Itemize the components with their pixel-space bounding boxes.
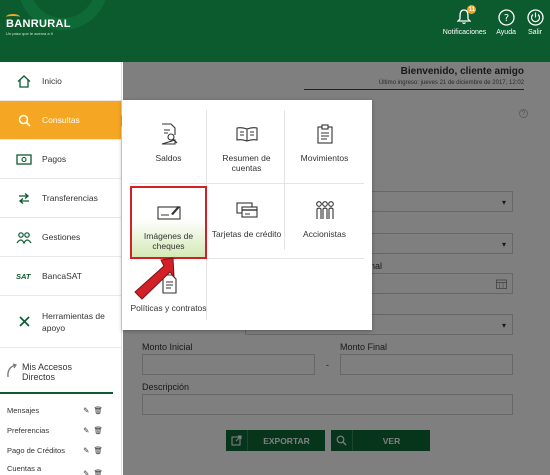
money-icon (16, 152, 32, 166)
shareholders-icon (313, 198, 337, 222)
sidebar-item-pagos[interactable]: Pagos (0, 140, 121, 179)
transfer-icon (16, 191, 32, 205)
quick-access-item[interactable]: Pago de Créditos ✎ 🗑 (7, 440, 121, 460)
svg-text:SAT: SAT (16, 272, 32, 281)
header-actions: 11 Notificaciones ? Ayuda Salir (442, 5, 544, 36)
quick-access-item[interactable]: Preferencias ✎ 🗑 (7, 420, 121, 440)
pencil-icon[interactable]: ✎ (83, 426, 89, 435)
people-icon (16, 230, 32, 244)
search-icon (16, 113, 32, 127)
sidebar-item-label: Gestiones (42, 232, 81, 242)
sidebar-item-label: Transferencias (42, 193, 98, 203)
svg-text:?: ? (503, 13, 508, 24)
menu-item-resumen-cuentas[interactable]: Resumen de cuentas (208, 110, 285, 183)
menu-item-saldos[interactable]: Saldos (130, 110, 207, 183)
sidebar-item-herramientas[interactable]: Herramientas de apoyo (0, 296, 121, 348)
check-image-icon (156, 200, 181, 224)
sidebar-item-label: Herramientas de apoyo (42, 310, 105, 333)
help-label: Ayuda (496, 29, 516, 36)
book-icon (235, 122, 259, 146)
logout-button[interactable]: Salir (526, 8, 544, 36)
menu-item-label: Resumen de cuentas (222, 153, 271, 173)
home-icon (16, 74, 32, 88)
trash-icon[interactable]: 🗑 (93, 426, 103, 435)
sidebar-item-label: BancaSAT (42, 271, 83, 281)
logout-label: Salir (527, 29, 542, 36)
quick-access-label: Pago de Créditos (7, 445, 65, 455)
sidebar: Inicio Consultas Pagos Transferencias Ge… (0, 62, 127, 475)
help-icon: ? (497, 8, 515, 26)
menu-item-label: Tarjetas de crédito (211, 229, 282, 239)
notification-badge: 11 (467, 5, 477, 14)
clipboard-icon (313, 122, 337, 146)
sidebar-item-inicio[interactable]: Inicio (0, 62, 121, 101)
menu-item-label: Movimientos (300, 153, 349, 163)
menu-item-label: Imágenes de cheques (143, 231, 194, 251)
sidebar-item-label: Consultas (42, 115, 80, 125)
trash-icon[interactable]: 🗑 (93, 406, 103, 415)
swoosh-arrow-icon (6, 363, 18, 381)
accesos-directos-header: Mis Accesos Directos (0, 354, 113, 394)
sidebar-item-label: Pagos (42, 154, 67, 164)
sidebar-item-bancasat[interactable]: SAT BancaSAT (0, 257, 121, 296)
menu-item-movimientos[interactable]: Movimientos (286, 110, 363, 183)
menu-item-label: Políticas y contratos (130, 303, 207, 313)
quick-access-item[interactable]: Mensajes ✎ 🗑 (7, 400, 121, 420)
quick-access-item[interactable]: Cuentas a Terceros ✎ 🗑 (7, 460, 121, 475)
notifications-label: Notificaciones (442, 29, 487, 36)
sat-icon: SAT (16, 269, 32, 283)
sidebar-item-consultas[interactable]: Consultas (0, 101, 127, 140)
pointer-arrow-icon (131, 254, 181, 304)
top-header: BANRURAL Un paso que te acerca a ti 11 N… (0, 0, 550, 62)
quick-access-label: Mensajes (7, 405, 40, 415)
document-search-icon (157, 122, 181, 146)
pencil-icon[interactable]: ✎ (83, 469, 89, 475)
menu-divider (130, 183, 364, 184)
pencil-icon[interactable]: ✎ (83, 446, 89, 455)
accesos-directos-title: Mis Accesos Directos (22, 362, 73, 382)
quick-access-label: Cuentas a Terceros (7, 464, 42, 475)
trash-icon[interactable]: 🗑 (93, 469, 103, 475)
sidebar-item-transferencias[interactable]: Transferencias (0, 179, 121, 218)
banrural-logo[interactable]: BANRURAL Un paso que te acerca a ti (6, 18, 71, 36)
menu-item-accionistas[interactable]: Accionistas (286, 186, 363, 259)
menu-item-imagenes-cheques[interactable]: Imágenes de cheques (130, 186, 207, 259)
sidebar-item-gestiones[interactable]: Gestiones (0, 218, 121, 257)
pencil-icon[interactable]: ✎ (83, 406, 89, 415)
quick-access-label: Preferencias (7, 425, 50, 435)
logo-tagline: Un paso que te acerca a ti (6, 31, 53, 36)
menu-item-tarjetas-credito[interactable]: Tarjetas de crédito (208, 186, 285, 259)
sidebar-item-label: Inicio (42, 76, 62, 86)
menu-item-label: Accionistas (303, 229, 346, 239)
menu-item-label: Saldos (155, 153, 182, 163)
credit-card-icon (235, 198, 259, 222)
notifications-button[interactable]: 11 Notificaciones (442, 5, 487, 36)
help-button[interactable]: ? Ayuda (496, 8, 516, 36)
tools-icon (16, 315, 32, 329)
logo-brand: BANRURAL (6, 18, 71, 30)
trash-icon[interactable]: 🗑 (93, 446, 103, 455)
power-icon (526, 8, 544, 26)
quick-access-list: Mensajes ✎ 🗑 Preferencias ✎ 🗑 Pago de Créd… (0, 400, 121, 475)
bell-icon: 11 (455, 5, 477, 26)
